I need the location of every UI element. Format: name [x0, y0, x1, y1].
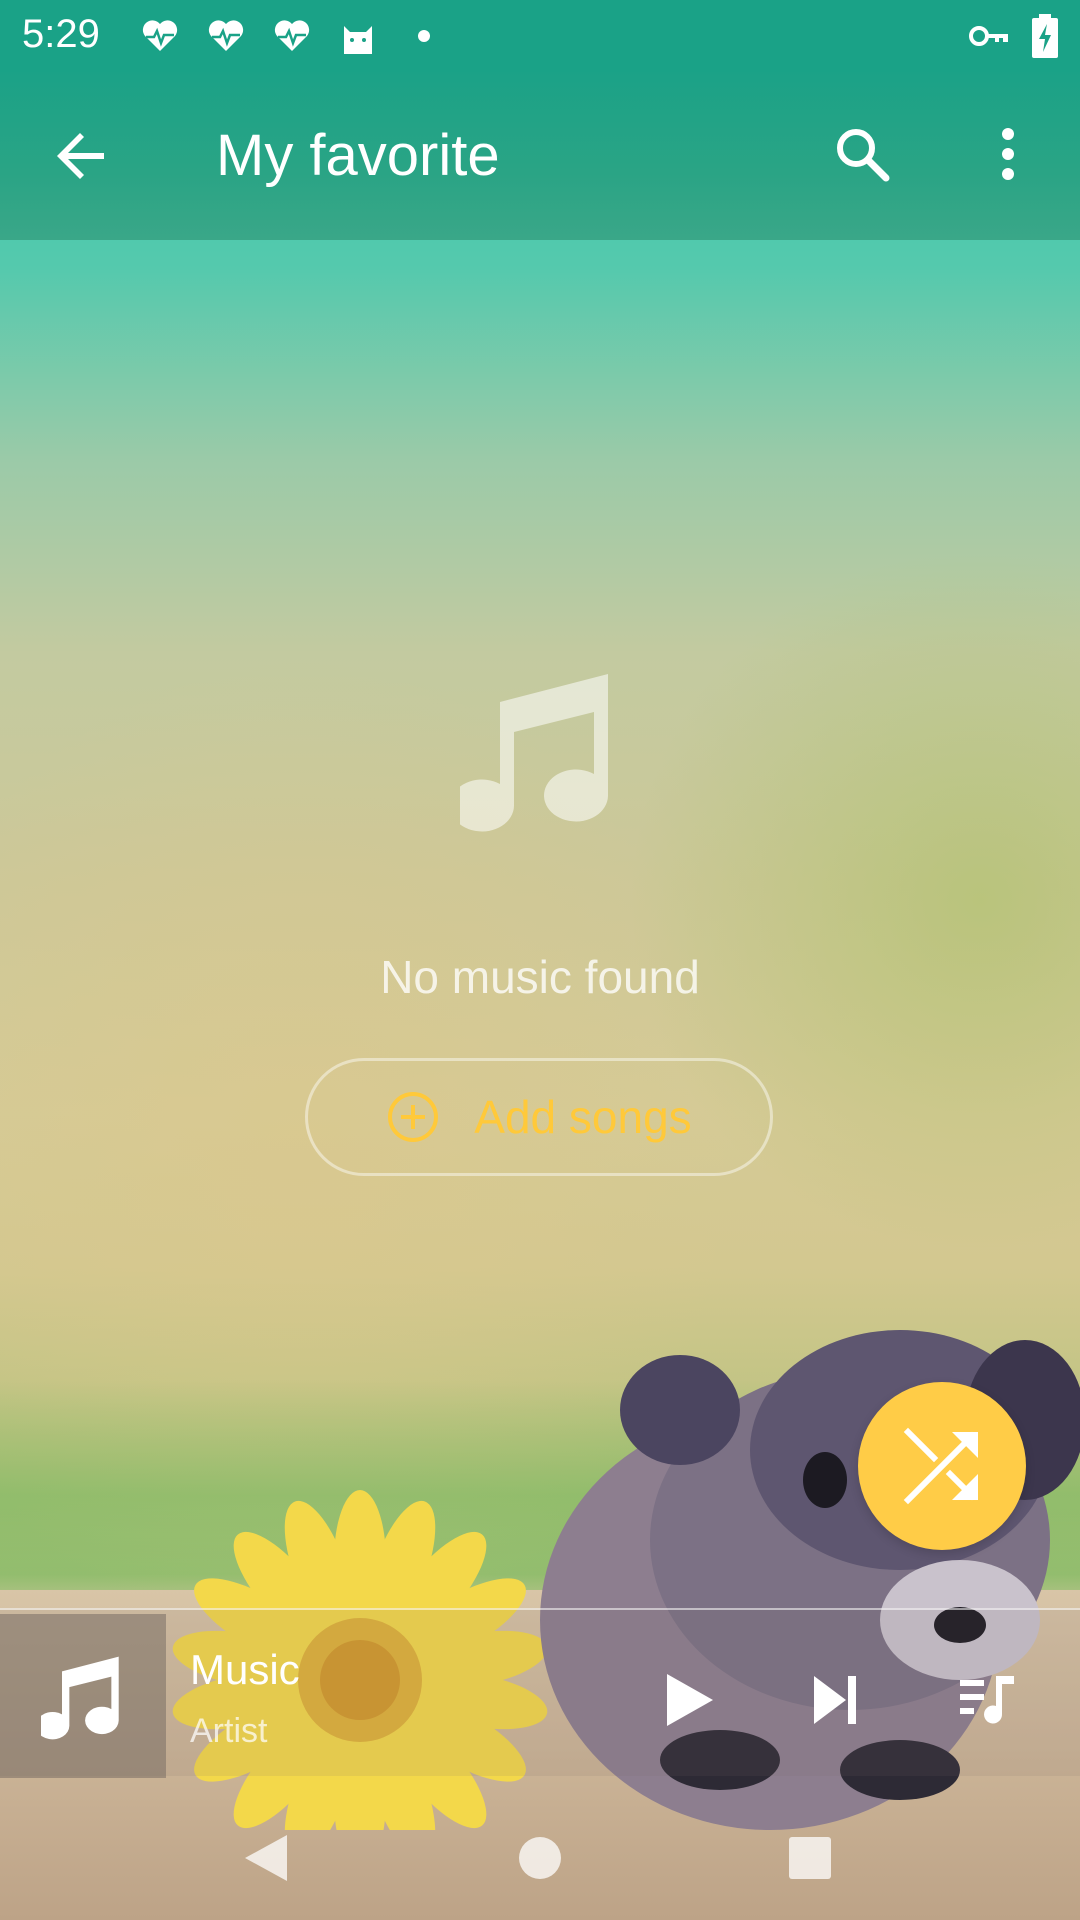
nav-home-icon — [519, 1837, 561, 1879]
heart-pulse-icon — [142, 20, 178, 51]
mini-player[interactable]: Music Artist — [0, 1608, 1080, 1778]
cat-icon — [344, 26, 372, 54]
search-icon — [837, 129, 890, 182]
add-circle-icon — [388, 1092, 439, 1142]
album-art — [0, 1614, 166, 1778]
play-icon — [667, 1674, 713, 1726]
page-title: My favorite — [216, 123, 500, 188]
search-button[interactable] — [814, 106, 910, 202]
skip-next-icon — [814, 1676, 856, 1724]
empty-message: No music found — [380, 951, 700, 1003]
nav-home-button[interactable] — [500, 1818, 580, 1898]
track-title: Music — [190, 1646, 300, 1693]
dot-icon — [418, 30, 430, 42]
add-songs-button[interactable]: Add songs — [305, 1058, 773, 1176]
shuffle-icon — [903, 1427, 978, 1505]
add-songs-label: Add songs — [474, 1091, 692, 1143]
track-artist: Artist — [190, 1712, 268, 1750]
back-button[interactable] — [34, 108, 130, 204]
more-vert-icon — [1002, 128, 1014, 180]
app-bar: My favorite — [0, 72, 1080, 240]
nav-back-button[interactable] — [226, 1818, 306, 1898]
battery-charging-icon — [1032, 14, 1058, 58]
heart-pulse-icon — [208, 20, 244, 51]
status-time: 5:29 — [22, 12, 100, 56]
arrow-back-icon — [57, 133, 104, 179]
status-bar: 5:29 — [0, 0, 1080, 72]
music-note-icon — [41, 1656, 119, 1740]
queue-button[interactable] — [948, 1660, 1028, 1740]
nav-recents-button[interactable] — [770, 1818, 850, 1898]
music-note-icon — [460, 674, 608, 832]
navigation-bar — [0, 1790, 1080, 1920]
nav-back-icon — [245, 1835, 287, 1881]
more-options-button[interactable] — [960, 106, 1056, 202]
heart-pulse-icon — [274, 20, 310, 51]
next-button[interactable] — [795, 1660, 875, 1740]
queue-music-icon — [960, 1676, 1014, 1724]
shuffle-fab[interactable] — [858, 1382, 1026, 1550]
vpn-key-icon — [969, 26, 1008, 46]
play-button[interactable] — [650, 1660, 730, 1740]
nav-recents-icon — [789, 1837, 831, 1879]
